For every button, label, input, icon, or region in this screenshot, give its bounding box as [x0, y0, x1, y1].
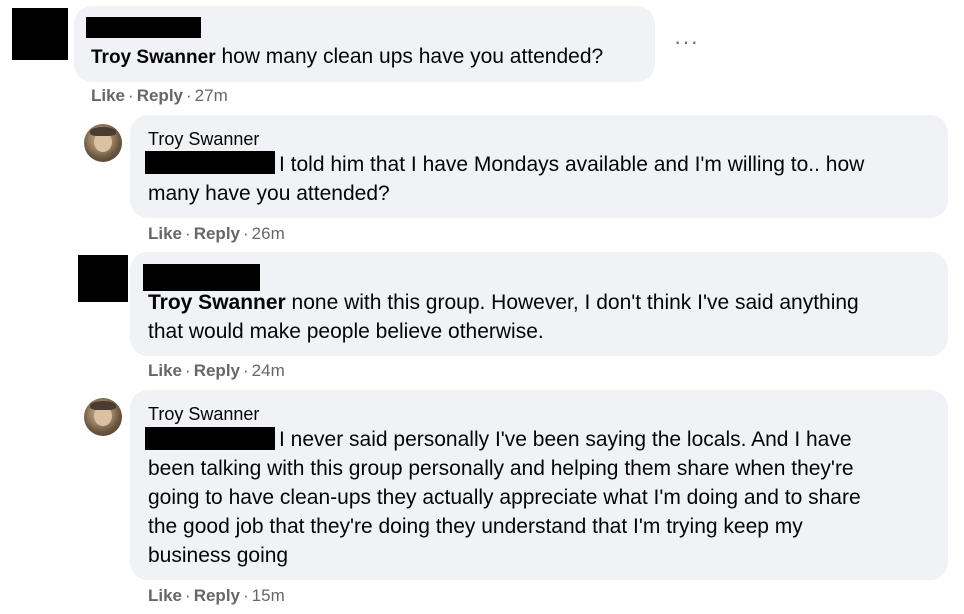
reply-button[interactable]: Reply [194, 224, 240, 243]
comment-text-continued: been talking with this group personally … [148, 457, 861, 567]
author-name[interactable]: Troy Swanner [148, 129, 259, 149]
separator: · [243, 224, 249, 243]
comment-bubble: Troy Swanner how many clean ups have you… [74, 6, 655, 82]
separator: · [185, 224, 191, 243]
mention-link[interactable]: Troy Swanner [91, 47, 216, 68]
timestamp[interactable]: 24m [252, 361, 285, 380]
timestamp[interactable]: 26m [252, 224, 285, 243]
comment-bubble: Troy Swanner I never said personally I'v… [130, 390, 948, 580]
like-button[interactable]: Like [148, 586, 182, 605]
separator: · [185, 586, 191, 605]
mention-link[interactable]: Troy Swanner [148, 291, 286, 314]
separator: · [185, 361, 191, 380]
redacted-avatar [78, 255, 128, 302]
comment-line: I told him that I have Mondays available… [279, 153, 865, 176]
like-button[interactable]: Like [148, 224, 182, 243]
reply-button[interactable]: Reply [137, 86, 183, 105]
reply-button[interactable]: Reply [194, 361, 240, 380]
comment-body: how many clean ups have you attended? [215, 45, 604, 68]
separator: · [128, 86, 134, 105]
author-name[interactable]: Troy Swanner [148, 404, 259, 424]
like-button[interactable]: Like [91, 86, 125, 105]
comment-actions: Like · Reply · 26m [148, 224, 285, 244]
comment-text: I told him that I have Mondays available… [148, 150, 864, 179]
timestamp[interactable]: 15m [252, 586, 285, 605]
comment-line: none with this group. However, I don't t… [285, 291, 859, 314]
avatar[interactable] [84, 124, 122, 162]
separator: · [243, 586, 249, 605]
comment-actions: Like · Reply · 15m [148, 586, 285, 606]
more-options-icon[interactable]: ··· [674, 29, 699, 55]
redacted-author-name [143, 264, 260, 291]
like-button[interactable]: Like [148, 361, 182, 380]
comment-text: Troy Swanner none with this group. Howev… [148, 288, 859, 317]
separator: · [186, 86, 192, 105]
reply-button[interactable]: Reply [194, 586, 240, 605]
comment-bubble: Troy Swanner I told him that I have Mond… [130, 115, 948, 218]
comment-text-continued: that would make people believe otherwise… [148, 320, 544, 343]
avatar[interactable] [84, 398, 122, 436]
comment-line: I never said personally I've been saying… [279, 428, 852, 451]
redacted-avatar [12, 8, 68, 60]
separator: · [243, 361, 249, 380]
redacted-author-name [86, 17, 201, 38]
comment-actions: Like · Reply · 24m [148, 361, 285, 381]
timestamp[interactable]: 27m [195, 86, 228, 105]
comment-actions: Like · Reply · 27m [91, 86, 228, 106]
comment-text: Troy Swanner how many clean ups have you… [91, 42, 603, 71]
comment-bubble: Troy Swanner none with this group. Howev… [130, 252, 948, 356]
comment-text-continued: many have you attended? [148, 182, 390, 205]
comment-text: I never said personally I've been saying… [148, 425, 852, 454]
